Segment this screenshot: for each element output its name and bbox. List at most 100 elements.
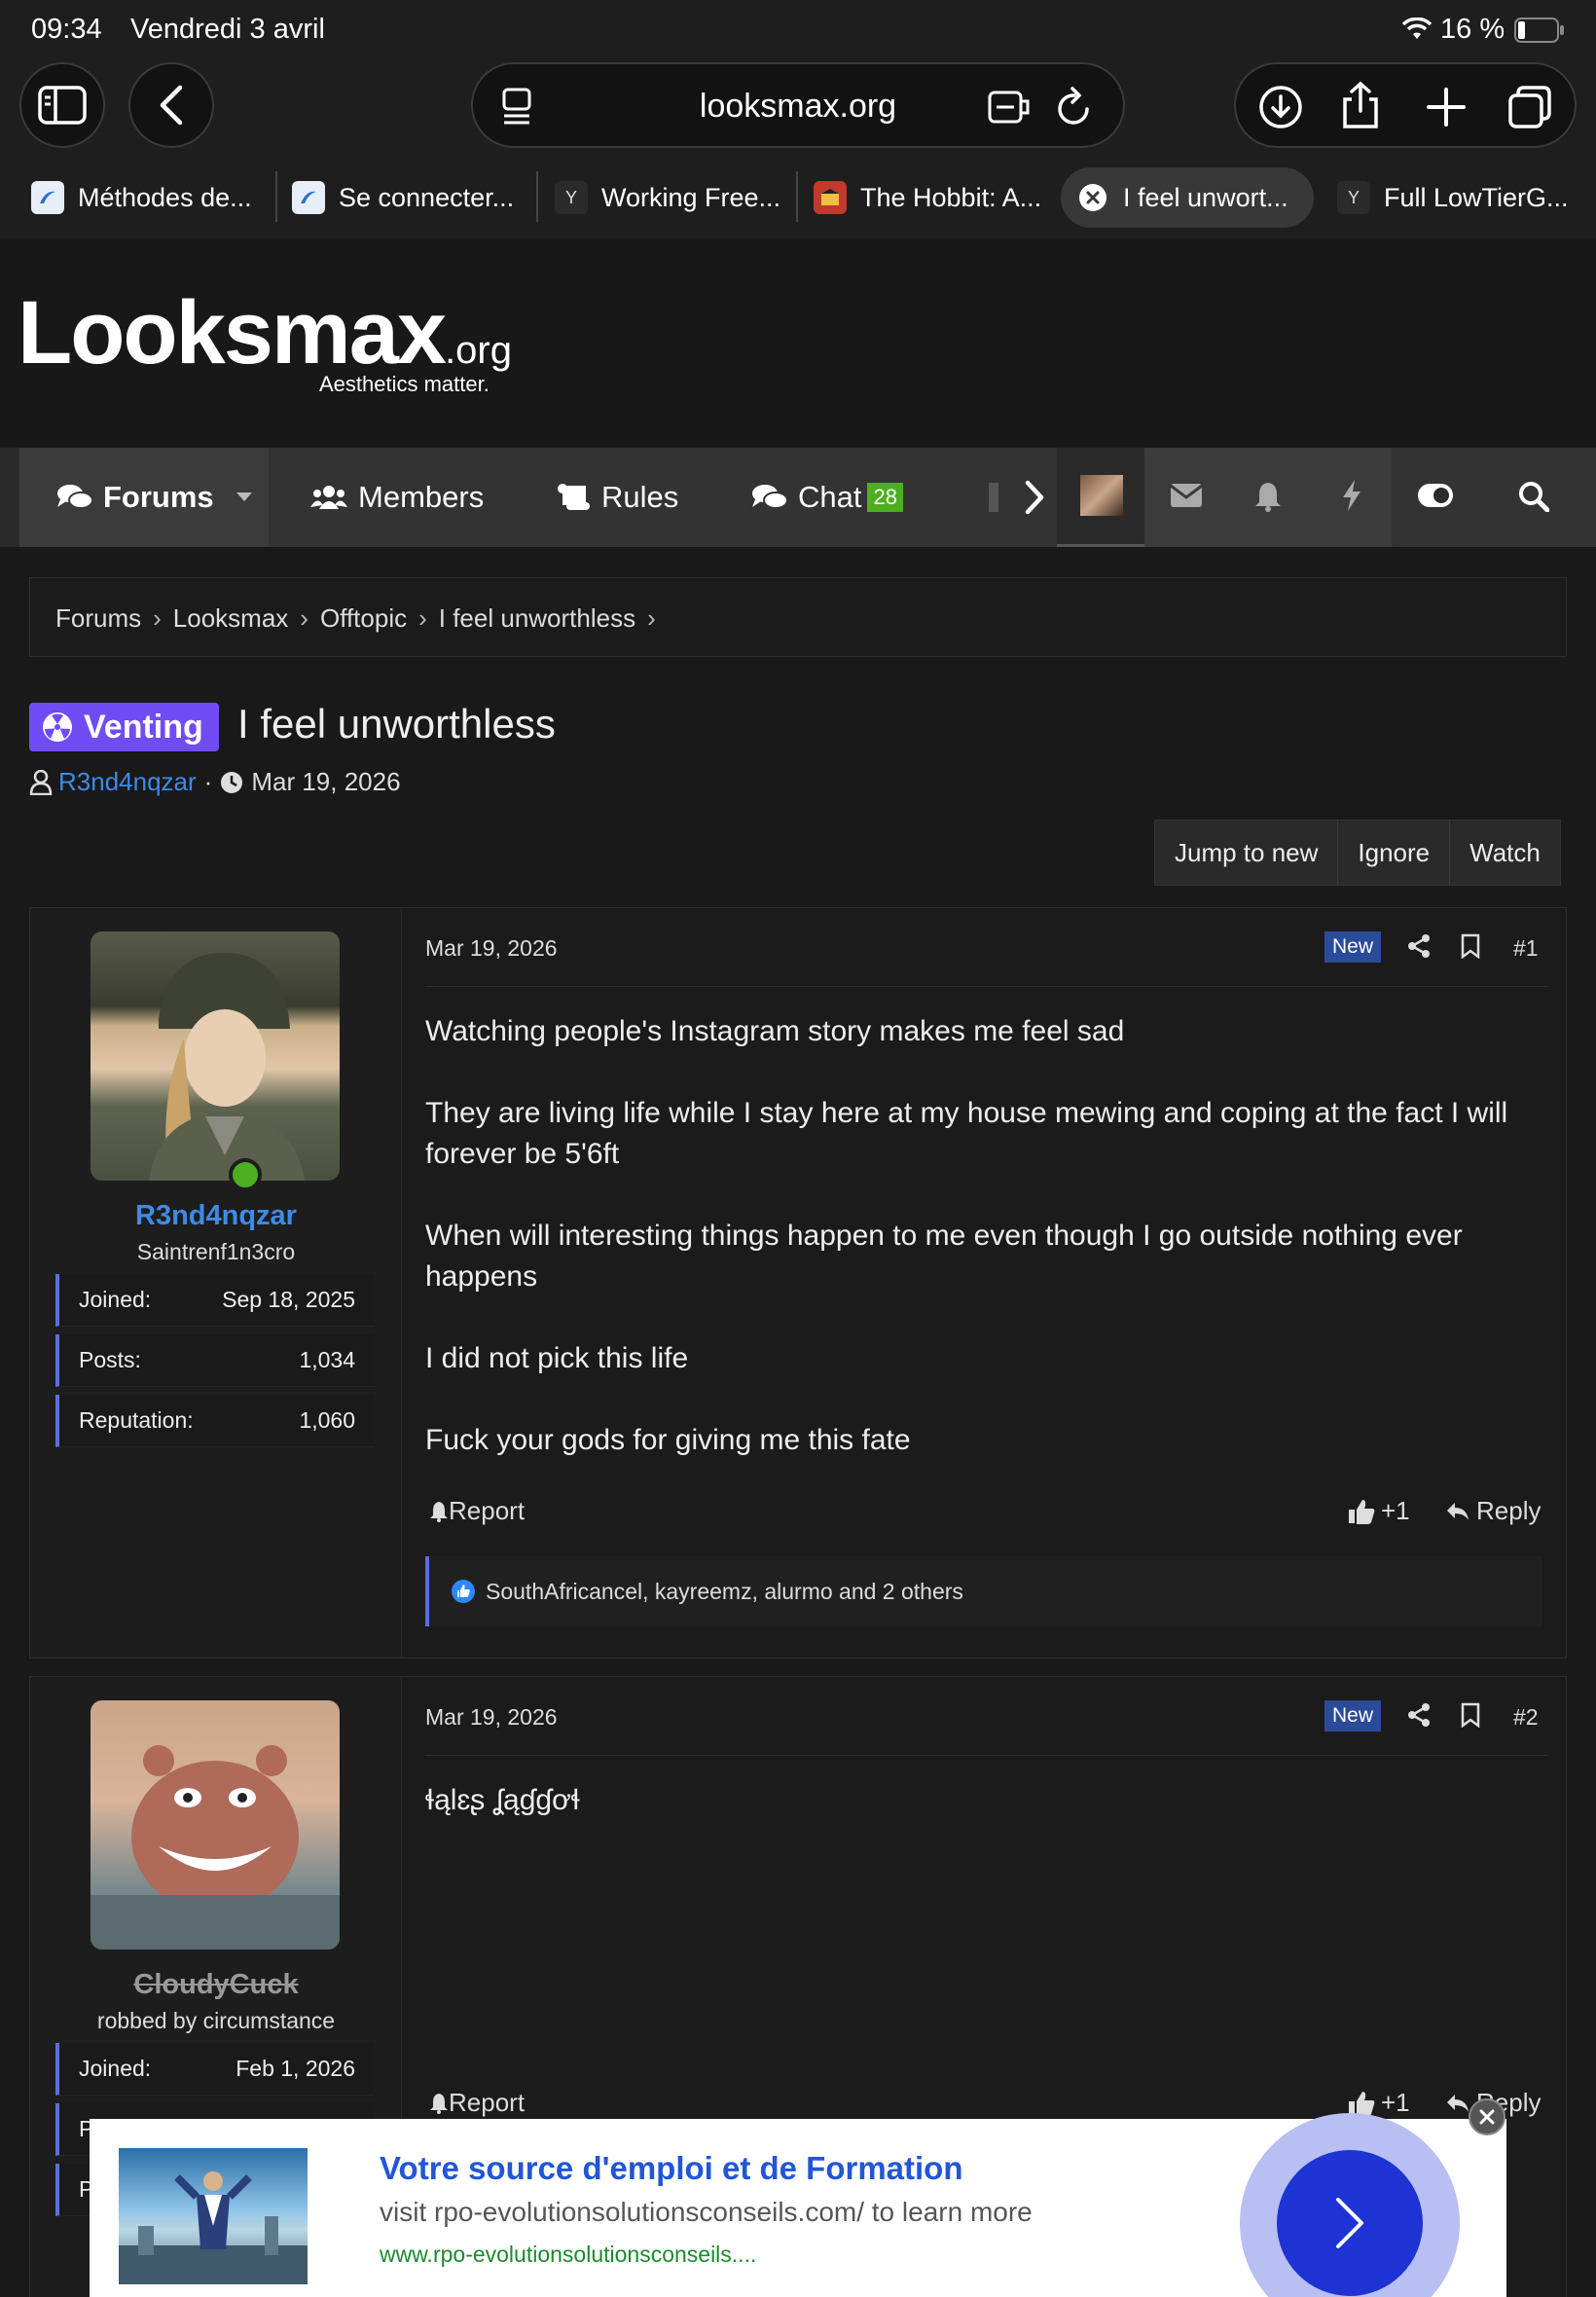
nav-scroll-right-icon[interactable] (1024, 479, 1045, 516)
post-username[interactable]: R3nd4nqzar (30, 1200, 402, 1232)
user-stat-joined: Joined: Feb 1, 2026 (55, 2043, 375, 2096)
user-title: robbed by circumstance (96, 2008, 336, 2033)
chevron-right-icon: › (418, 603, 427, 633)
scroll-icon (557, 483, 592, 512)
wifi-icon (1401, 18, 1433, 41)
close-tab-icon[interactable] (1076, 181, 1109, 214)
post-date[interactable]: Mar 19, 2026 (425, 1704, 558, 1731)
post-number[interactable]: #2 (1513, 1704, 1539, 1731)
breadcrumb: Forums › Looksmax › Offtopic › I feel un… (29, 577, 1567, 657)
comments-icon (56, 483, 93, 512)
ad-close-button[interactable] (1469, 2098, 1505, 2135)
post-number[interactable]: #1 (1513, 935, 1539, 962)
like-button[interactable]: +1 (1348, 1496, 1410, 1526)
reactions-bar[interactable]: SouthAfricancel, kayreemz, alurmo and 2 … (425, 1556, 1542, 1626)
status-bar: 09:34 Vendredi 3 avril 16 % (0, 0, 1596, 62)
avatar[interactable] (91, 1700, 340, 1950)
new-badge: New (1324, 931, 1382, 963)
envelope-icon[interactable] (1170, 483, 1203, 508)
tab-divider (536, 171, 538, 222)
nav-overflow-hint (989, 483, 998, 512)
post-username[interactable]: CloudyCuck (30, 1969, 402, 2001)
ad-open-button[interactable] (1277, 2150, 1423, 2296)
users-icon (309, 484, 348, 511)
search-icon[interactable] (1518, 481, 1549, 512)
browser-tab[interactable]: Se connecter... (292, 167, 514, 228)
user-title: Saintrenf1n3cro (136, 1239, 296, 1264)
close-icon (1478, 2108, 1496, 2126)
share-icon[interactable] (1339, 80, 1382, 130)
thread-prefix-badge[interactable]: Venting (29, 703, 219, 751)
breadcrumb-item[interactable]: I feel unworthless (439, 603, 635, 634)
tab-favicon-icon (31, 181, 64, 214)
bookmark-icon[interactable] (1461, 1702, 1480, 1728)
jump-to-new-button[interactable]: Jump to new (1155, 820, 1339, 885)
site-tagline: Aesthetics matter. (319, 372, 490, 396)
watch-button[interactable]: Watch (1450, 820, 1560, 885)
comments-icon (751, 483, 788, 512)
tab-favicon-icon (292, 181, 325, 214)
sidebar-toggle-button[interactable] (19, 62, 105, 148)
bell-icon[interactable] (1253, 481, 1283, 512)
ad-banner[interactable]: Votre source d'emploi et de Formation vi… (90, 2113, 1506, 2297)
post-date[interactable]: Mar 19, 2026 (425, 935, 558, 962)
chevron-left-icon (159, 85, 184, 126)
tab-divider (275, 171, 277, 222)
avatar[interactable] (91, 931, 340, 1181)
user-stat-reputation: Reputation: 1,060 (55, 1395, 375, 1447)
bookmark-icon[interactable] (1461, 933, 1480, 959)
ad-image[interactable] (119, 2148, 308, 2284)
thread-actions: Jump to new Ignore Watch (1154, 820, 1561, 886)
report-link[interactable]: Report (429, 2088, 525, 2118)
user-avatar-small[interactable] (1080, 475, 1123, 516)
reply-icon (1445, 2093, 1470, 2114)
browser-tab[interactable]: Méthodes de... (31, 167, 252, 228)
post-divider (425, 1755, 1548, 1756)
user-icon (29, 769, 53, 795)
chevron-right-icon: › (153, 603, 162, 633)
site-logo[interactable]: Looksmax.org (18, 288, 512, 378)
ignore-button[interactable]: Ignore (1338, 820, 1451, 885)
ad-url[interactable]: www.rpo-evolutionsolutionsconseils.... (380, 2242, 756, 2268)
browser-tab[interactable]: The Hobbit: A... (814, 167, 1041, 228)
thread-date[interactable]: Mar 19, 2026 (251, 767, 400, 797)
nav-rules[interactable]: Rules (557, 448, 678, 547)
browser-tab[interactable]: Y Full LowTierG... (1337, 167, 1569, 228)
breadcrumb-item[interactable]: Forums (55, 603, 141, 634)
back-button[interactable] (128, 62, 214, 148)
online-status-dot (229, 1158, 262, 1191)
bell-icon (429, 2093, 449, 2114)
nav-members[interactable]: Members (309, 448, 484, 547)
nav-forums[interactable]: Forums (56, 448, 253, 547)
chevron-right-icon: › (300, 603, 308, 633)
battery-percent: 16 % (1440, 14, 1505, 45)
thread-author-link[interactable]: R3nd4nqzar (58, 767, 197, 797)
download-icon[interactable] (1257, 84, 1304, 130)
theme-toggle-icon[interactable] (1417, 483, 1454, 508)
new-tab-icon[interactable] (1425, 86, 1468, 128)
address-bar[interactable]: looksmax.org (471, 62, 1125, 148)
lightning-icon[interactable] (1341, 479, 1362, 512)
report-link[interactable]: Report (429, 1496, 525, 1526)
share-icon[interactable] (1406, 1702, 1432, 1728)
breadcrumb-item[interactable]: Looksmax (173, 603, 289, 634)
post-body: Watching people's Instagram story makes … (425, 1015, 1508, 1456)
caret-down-icon[interactable] (236, 492, 253, 503)
like-reaction-icon (451, 1579, 476, 1604)
post-divider (425, 986, 1548, 987)
bell-icon (429, 1501, 449, 1522)
tabs-overview-icon[interactable] (1506, 84, 1553, 130)
extension-icon[interactable] (987, 90, 1030, 125)
breadcrumb-item[interactable]: Offtopic (320, 603, 407, 634)
browser-tab[interactable]: Y Working Free... (555, 167, 780, 228)
radiation-icon (41, 711, 74, 744)
thumbs-up-icon (1348, 1498, 1375, 1525)
share-icon[interactable] (1406, 933, 1432, 959)
browser-tab-active[interactable]: I feel unwort... (1076, 167, 1288, 228)
ad-title[interactable]: Votre source d'emploi et de Formation (380, 2150, 963, 2187)
post-body: ɬąƖɛʂ ʆąɠɠơɬ (425, 1784, 580, 1816)
user-stat-joined: Joined: Sep 18, 2025 (55, 1274, 375, 1327)
reload-icon[interactable] (1055, 86, 1094, 128)
nav-chat[interactable]: Chat 28 (751, 448, 903, 547)
reply-button[interactable]: Reply (1445, 1496, 1541, 1526)
